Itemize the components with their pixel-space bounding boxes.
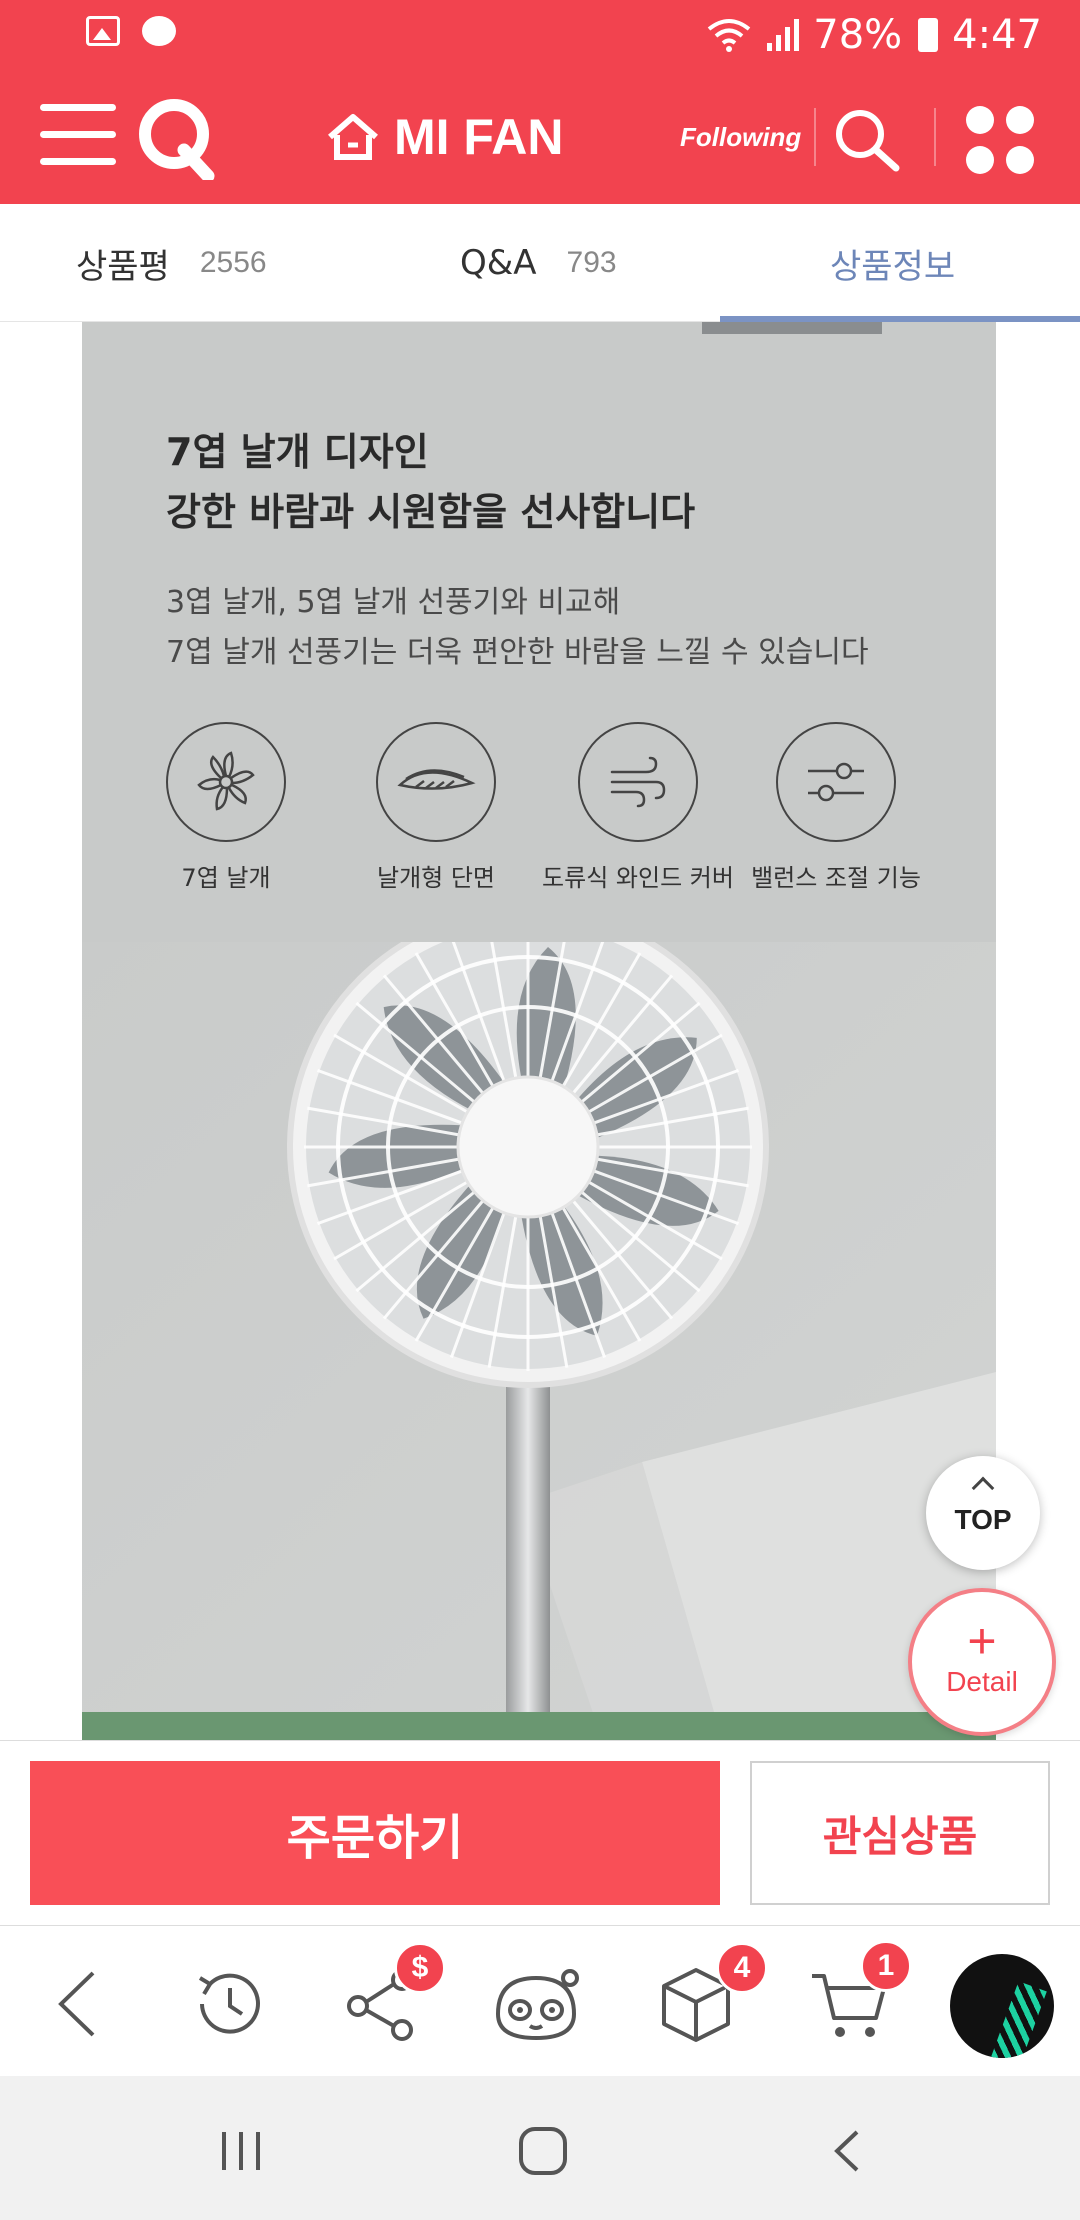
robot-face-icon [495,1969,579,2041]
image-subtext: 3엽 날개, 5엽 날개 선풍기와 비교해 7엽 날개 선풍기는 더욱 편안한 … [166,578,869,678]
balance-slider-icon [776,722,896,842]
tab-label: Q&A [460,243,537,283]
qoo10-logo-icon[interactable] [136,94,216,180]
home-shop-icon [328,114,378,160]
recent-apps-button[interactable] [206,2116,276,2186]
chevron-left-icon [58,1971,95,2037]
tab-label: 상품평 [76,246,170,287]
chat-notification-icon [142,16,176,46]
tab-count: 2556 [199,246,267,279]
home-button[interactable] [508,2116,578,2186]
tab-qna[interactable]: Q&A 793 [460,204,617,322]
home-square-icon [519,2127,567,2175]
feature-item: 도류식 와인드 커버 [538,722,738,893]
status-bar: 78% 4:47 [0,0,1080,70]
tab-count: 793 [566,246,617,279]
wifi-icon [708,19,751,52]
wing-section-icon [376,722,496,842]
notification-icons [86,16,176,46]
plus-icon: + [967,1613,997,1669]
subtext-line: 3엽 날개, 5엽 날개 선풍기와 비교해 [166,585,621,620]
fan-product-photo [82,942,996,1740]
feature-item: 7엽 날개 [126,722,326,893]
scroll-top-label: TOP [954,1504,1012,1535]
battery-percent: 78% [813,12,903,58]
subtext-line: 7엽 날개 선풍기는 더욱 편안한 바람을 느낄 수 있습니다 [166,635,869,670]
system-navigation-bar [0,2076,1080,2220]
header-divider [814,108,816,166]
image-headline: 7엽 날개 디자인 강한 바람과 시원함을 선사합니다 [166,422,695,542]
image-top-strip [702,322,882,334]
clock: 4:47 [952,12,1042,58]
chatbot-button[interactable] [490,1956,586,2052]
wishlist-button[interactable]: 관심상품 [750,1761,1050,1905]
share-reward-badge: $ [394,1942,446,1994]
purchase-action-bar: 주문하기 관심상품 [0,1740,1080,1926]
header-divider [934,108,936,166]
tab-label: 상품정보 [830,246,956,287]
back-chevron-icon [834,2130,859,2172]
headline-line: 강한 바람과 시원함을 선사합니다 [166,490,696,534]
hamburger-menu-icon[interactable] [40,104,116,170]
fan-blade-icon [166,722,286,842]
app-header: MI FAN Following [0,70,1080,204]
feature-label: 밸런스 조절 기능 [751,864,921,892]
orders-count-badge: 4 [716,1942,768,1994]
orders-box-button[interactable]: 4 [648,1942,768,2052]
recent-apps-icon [222,2132,260,2170]
image-bottom-strip [82,1712,996,1740]
following-button[interactable]: Following [680,122,801,153]
battery-icon [918,18,939,52]
history-icon [198,1973,260,2034]
wind-icon [578,722,698,842]
feature-label: 날개형 단면 [376,864,496,892]
detail-label: Detail [946,1666,1018,1697]
status-right: 78% 4:47 [707,10,1042,60]
headline-line: 7엽 날개 디자인 [166,430,429,474]
back-button[interactable] [30,1956,126,2052]
feature-label: 7엽 날개 [181,864,271,892]
signal-icon [767,19,800,51]
search-icon[interactable] [832,106,902,172]
detail-button[interactable]: + Detail [908,1588,1056,1736]
tab-reviews[interactable]: 상품평 2556 [76,204,267,322]
cart-button[interactable]: 1 [802,1940,912,2052]
scroll-top-button[interactable]: TOP [926,1456,1040,1570]
feature-item: 날개형 단면 [336,722,536,893]
brand-name: MI FAN [394,109,564,165]
product-detail-image: 7엽 날개 디자인 강한 바람과 시원함을 선사합니다 3엽 날개, 5엽 날개… [82,322,996,1740]
feature-item: 밸런스 조절 기능 [736,722,936,893]
share-button[interactable]: $ [334,1942,446,2052]
chevron-up-icon [971,1476,995,1500]
history-button[interactable] [182,1956,278,2052]
product-tabs: 상품평 2556 Q&A 793 상품정보 [0,204,1080,322]
brand-title[interactable]: MI FAN [326,104,563,170]
promo-avatar-thumbnail[interactable] [950,1954,1054,2058]
cart-count-badge: 1 [860,1940,912,1992]
tab-product-info[interactable]: 상품정보 [830,204,955,322]
feature-label: 도류식 와인드 커버 [542,864,734,892]
order-button[interactable]: 주문하기 [30,1761,720,1905]
bottom-toolbar: $ 4 1 [0,1926,1080,2076]
category-grid-icon[interactable] [966,106,1036,174]
gallery-notification-icon [86,16,120,46]
system-back-button[interactable] [812,2116,882,2186]
product-detail-content: 7엽 날개 디자인 강한 바람과 시원함을 선사합니다 3엽 날개, 5엽 날개… [0,322,1080,1740]
